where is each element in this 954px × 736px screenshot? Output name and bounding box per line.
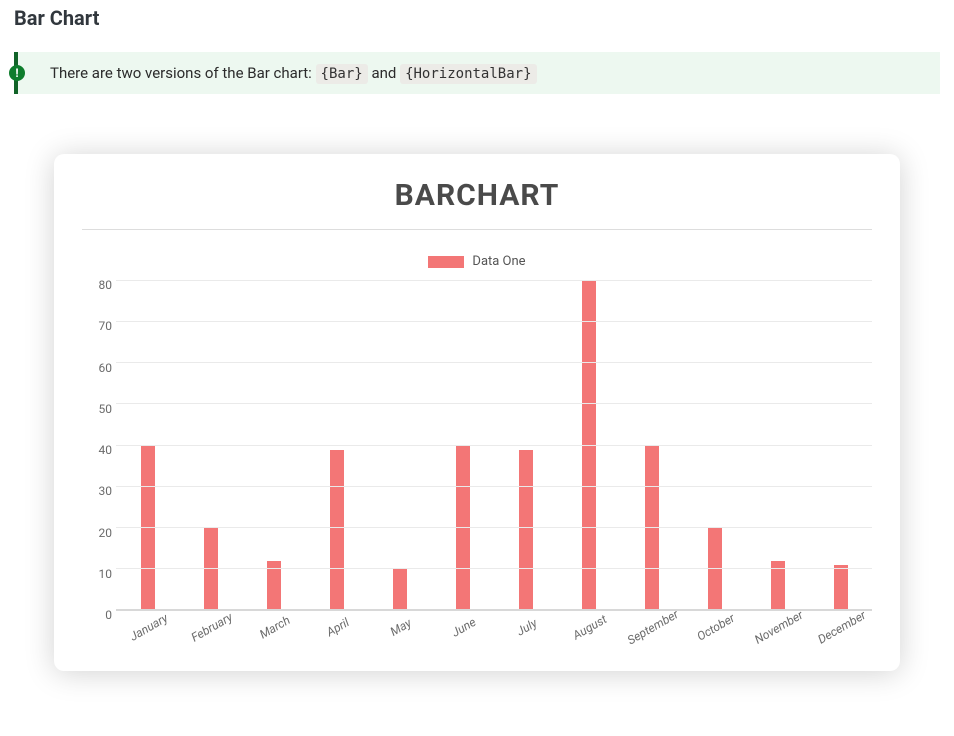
bar[interactable] [204, 528, 218, 610]
bar-slot [809, 281, 872, 610]
bar-slot [620, 281, 683, 610]
gridline [116, 445, 872, 446]
y-tick-label: 60 [88, 361, 112, 367]
bar[interactable] [834, 565, 848, 610]
x-tick-label: April [307, 605, 369, 649]
gridline [116, 486, 872, 487]
bar-slot [683, 281, 746, 610]
bar[interactable] [645, 446, 659, 611]
y-tick-label: 40 [88, 443, 112, 449]
bars-container [116, 281, 872, 610]
bar[interactable] [141, 446, 155, 611]
plot-area [116, 281, 872, 611]
bar[interactable] [519, 450, 533, 610]
x-tick-label: May [370, 605, 432, 649]
x-tick-label: November [748, 605, 810, 649]
chart-plot[interactable]: JanuaryFebruaryMarchAprilMayJuneJulyAugu… [82, 281, 872, 611]
bar[interactable] [393, 569, 407, 610]
info-callout: ! There are two versions of the Bar char… [14, 52, 940, 94]
bar-slot [746, 281, 809, 610]
y-tick-label: 80 [88, 278, 112, 284]
legend-swatch [428, 256, 464, 268]
bar[interactable] [582, 281, 596, 610]
gridline [116, 362, 872, 363]
y-tick-label: 10 [88, 567, 112, 573]
chart-card: BARCHART Data One JanuaryFebruaryMarchAp… [54, 154, 900, 671]
x-tick-label: September [622, 605, 684, 649]
code-bar: {Bar} [316, 64, 368, 84]
x-tick-label: December [811, 605, 873, 649]
title-underline [82, 229, 872, 230]
bar-slot [242, 281, 305, 610]
x-tick-label: January [118, 605, 180, 649]
bar-slot [179, 281, 242, 610]
bar-slot [116, 281, 179, 610]
bar[interactable] [456, 446, 470, 611]
callout-text-before: There are two versions of the Bar chart: [50, 64, 316, 82]
gridline [116, 321, 872, 322]
x-tick-label: August [559, 605, 621, 649]
gridline [116, 403, 872, 404]
chart-title: BARCHART [80, 178, 874, 229]
bar-slot [305, 281, 368, 610]
gridline [116, 280, 872, 281]
callout-text-mid: and [371, 64, 400, 82]
chart-legend[interactable]: Data One [80, 254, 874, 269]
legend-label: Data One [472, 254, 525, 269]
code-horizontal-bar: {HorizontalBar} [400, 64, 536, 84]
bar-slot [431, 281, 494, 610]
y-tick-label: 50 [88, 402, 112, 408]
x-tick-label: October [685, 605, 747, 649]
bar[interactable] [708, 528, 722, 610]
y-tick-label: 20 [88, 526, 112, 532]
gridline [116, 568, 872, 569]
bar-slot [557, 281, 620, 610]
bar[interactable] [330, 450, 344, 610]
y-tick-label: 70 [88, 319, 112, 325]
x-tick-label: March [244, 605, 306, 649]
gridline [116, 527, 872, 528]
y-tick-label: 0 [88, 608, 112, 614]
callout-badge-icon: ! [9, 65, 25, 81]
bar-slot [368, 281, 431, 610]
x-tick-label: June [433, 605, 495, 649]
x-tick-label: February [181, 605, 243, 649]
x-tick-label: July [496, 605, 558, 649]
page-heading: Bar Chart [14, 6, 940, 30]
y-tick-label: 30 [88, 484, 112, 490]
x-axis-labels: JanuaryFebruaryMarchAprilMayJuneJulyAugu… [116, 613, 872, 627]
bar-slot [494, 281, 557, 610]
